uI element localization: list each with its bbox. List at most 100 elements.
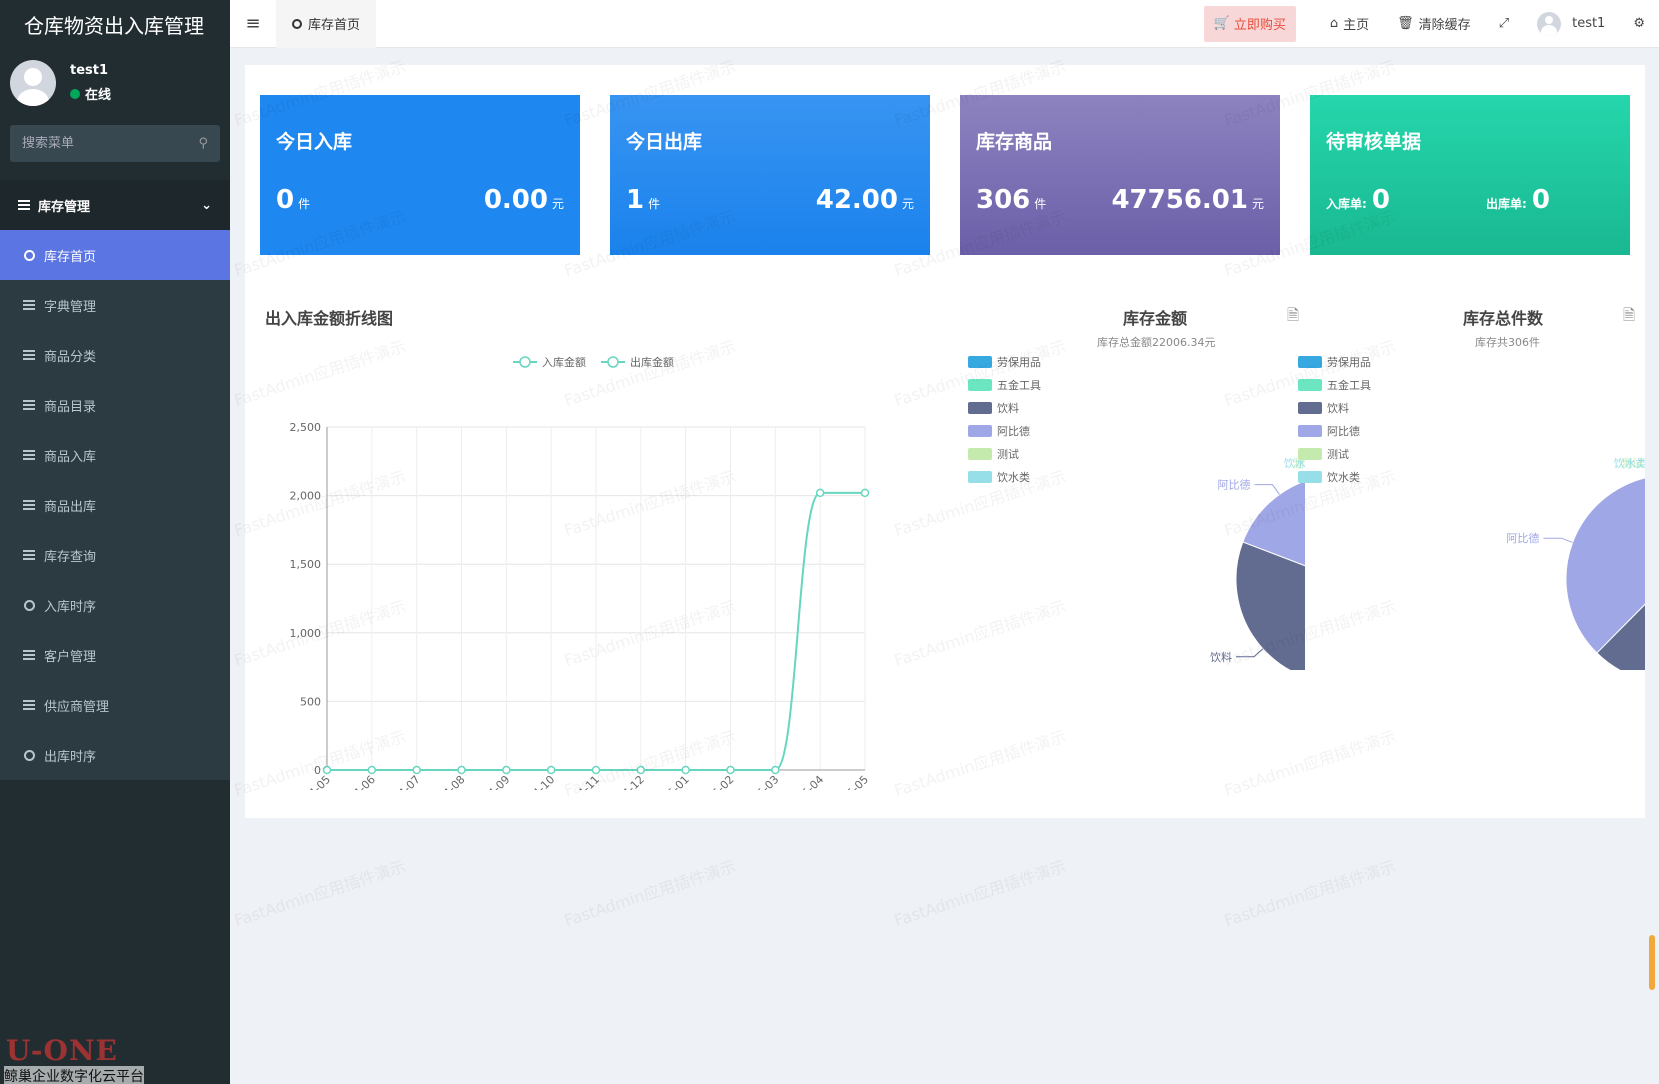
clear-cache-label: 清除缓存 — [1418, 18, 1471, 33]
legend-label: 测试 — [1327, 448, 1349, 461]
legend-label: 测试 — [997, 448, 1019, 461]
legend-swatch — [968, 356, 992, 368]
fullscreen-icon[interactable]: ⤢ — [1485, 16, 1523, 31]
card-count: 1 — [626, 185, 645, 215]
data-point — [591, 765, 601, 775]
card-count: 0 — [276, 185, 295, 215]
data-point — [367, 765, 377, 775]
pending-in-value: 0 — [1371, 185, 1390, 215]
sidebar-item[interactable]: 商品分类 — [0, 330, 230, 380]
pie-label: 阿比德 — [1506, 531, 1539, 545]
user-menu-label: test1 — [1572, 16, 1606, 31]
pie-chart-count: 劳保用品五金工具饮料阿比德测试饮水类劳保用品五金工具饮料阿比德测试饮水类 — [1298, 355, 1645, 670]
save-image-icon[interactable]: 🗎 — [1623, 305, 1635, 330]
tab-inventory-home[interactable]: 库存首页 — [276, 0, 377, 48]
legend-label: 饮料 — [997, 401, 1019, 415]
user-name: test1 — [70, 63, 109, 78]
pie-chart-amount: 劳保用品五金工具饮料阿比德测试饮水类劳保用品五金工具饮料阿比德测试饮水类 — [968, 355, 1305, 670]
data-point — [681, 765, 690, 775]
data-point — [636, 765, 646, 775]
pie-label: 饮料 — [1210, 650, 1232, 664]
sidebar: 仓库物资出入库管理 test1 在线 ⚲ 库存管理 ⌄ 库存首页字典管理商品分类… — [0, 0, 230, 1084]
legend-swatch — [1298, 379, 1322, 391]
card-count-unit: 件 — [648, 197, 661, 211]
search-icon[interactable]: ⚲ — [198, 136, 208, 151]
legend-marker — [607, 356, 619, 368]
list-icon — [22, 450, 36, 460]
sidebar-item-label: 库存查询 — [44, 549, 97, 565]
x-tick-label: 2025-03 — [740, 773, 782, 790]
x-tick-label: 2024-05 — [291, 773, 333, 790]
y-tick-label: 2,500 — [290, 421, 322, 434]
legend-label: 阿比德 — [1327, 424, 1360, 438]
x-tick-label: 2024-11 — [560, 773, 602, 790]
sidebar-item-label: 商品目录 — [44, 399, 97, 415]
watermark-text: FastAdmin应用插件演示 — [891, 856, 1069, 931]
y-tick-label: 1,000 — [290, 627, 322, 640]
scrollbar-thumb[interactable] — [1649, 935, 1655, 990]
legend-swatch — [1298, 448, 1322, 460]
menu-search-input[interactable] — [22, 136, 182, 151]
app-title[interactable]: 仓库物资出入库管理 — [0, 0, 230, 48]
menu-group-inventory[interactable]: 库存管理 ⌄ — [0, 180, 230, 230]
x-tick-label: 2024-09 — [471, 773, 513, 790]
legend-swatch — [968, 379, 992, 391]
settings-gears-icon[interactable]: ⚙ — [1619, 16, 1659, 31]
sidebar-item-label: 库存首页 — [44, 249, 97, 265]
menu-list: 库存首页字典管理商品分类商品目录商品入库 商品出库库存查询入库时序 客户管理 供应商管… — [0, 230, 230, 780]
sidebar-item[interactable]: 库存首页 — [0, 230, 230, 280]
card-out-today: 今日出库 1件 42.00 元 — [610, 95, 930, 255]
legend-swatch — [1298, 402, 1322, 414]
card-title: 待审核单据 — [1326, 131, 1422, 153]
x-tick-label: 2025-04 — [785, 773, 827, 790]
user-avatar — [10, 60, 56, 106]
sidebar-item[interactable]: 库存查询 — [0, 530, 230, 580]
y-tick-label: 0 — [314, 764, 321, 777]
x-tick-label: 2025-01 — [650, 773, 692, 790]
sidebar-item-label: 商品分类 — [44, 349, 97, 365]
menu-group-label: 库存管理 — [38, 199, 91, 215]
clear-cache-button[interactable]: 🗑 清除缓存 — [1383, 14, 1485, 33]
sidebar-item[interactable]: 供应商管理 — [0, 680, 230, 730]
buy-now-button[interactable]: 🛒 立即购买 — [1203, 5, 1296, 42]
sidebar-item[interactable]: 客户管理 — [0, 630, 230, 680]
sidebar-item[interactable]: 商品目录 — [0, 380, 230, 430]
y-tick-label: 2,000 — [290, 490, 322, 503]
legend-marker — [519, 356, 531, 368]
data-point — [322, 765, 332, 775]
sidebar-item[interactable]: 字典管理 — [0, 280, 230, 330]
avatar — [1537, 11, 1562, 36]
home-link[interactable]: ⌂ 主页 — [1316, 14, 1383, 33]
list-icon — [22, 300, 36, 310]
legend-swatch — [968, 425, 992, 437]
pie-label-line — [1543, 537, 1573, 543]
sidebar-item[interactable]: 商品出库 — [0, 480, 230, 530]
x-tick-label: 2025-05 — [829, 773, 871, 790]
card-title: 今日入库 — [276, 131, 353, 153]
pie-label-line — [1254, 484, 1280, 495]
menu-search: ⚲ — [10, 125, 220, 162]
pie-label: 阿比德 — [1217, 478, 1250, 492]
user-menu[interactable]: test1 — [1523, 11, 1619, 36]
x-tick-label: 2025-02 — [695, 773, 737, 790]
legend-swatch — [968, 448, 992, 460]
list-icon — [22, 700, 36, 710]
menu-toggle-icon[interactable]: ≡ — [230, 13, 276, 34]
sidebar-item-label: 出库时序 — [44, 749, 97, 765]
card-count: 306 — [976, 185, 1031, 215]
data-point — [860, 488, 870, 498]
data-point — [546, 765, 556, 775]
sidebar-item[interactable]: 出库时序 — [0, 730, 230, 780]
legend-label: 劳保用品 — [997, 355, 1041, 369]
data-point — [771, 765, 780, 775]
legend-swatch — [1298, 425, 1322, 437]
home-label: 主页 — [1343, 18, 1370, 33]
x-tick-label: 2024-06 — [336, 773, 378, 790]
sidebar-item[interactable]: 商品入库 — [0, 430, 230, 480]
pending-out-value: 0 — [1531, 185, 1550, 215]
circle-o-icon — [292, 18, 302, 29]
circle-o-icon — [22, 599, 36, 611]
legend-swatch — [1298, 471, 1322, 483]
sidebar-item[interactable]: 入库时序 — [0, 580, 230, 630]
legend-swatch — [1298, 356, 1322, 368]
